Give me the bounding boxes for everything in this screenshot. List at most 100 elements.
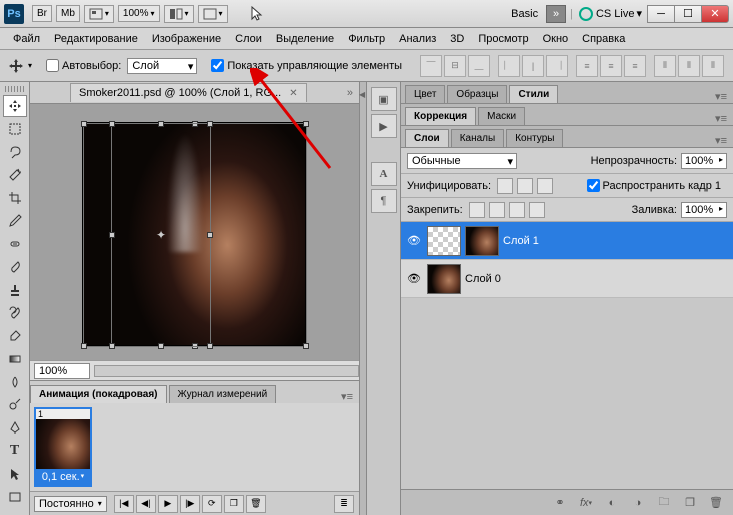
screenmode-dropdown[interactable] bbox=[198, 5, 228, 23]
zoom-input[interactable]: 100% bbox=[34, 363, 90, 379]
brush-tool[interactable] bbox=[3, 256, 27, 278]
layer-name[interactable]: Слой 1 bbox=[503, 235, 729, 247]
menu-analysis[interactable]: Анализ bbox=[392, 31, 443, 47]
align-right-button[interactable]: ⎹ bbox=[546, 55, 568, 77]
tab-masks[interactable]: Маски bbox=[478, 107, 525, 125]
loop-dropdown[interactable]: Постоянно▾ bbox=[34, 496, 107, 512]
collapsed-actions-icon[interactable]: ▶ bbox=[371, 114, 397, 138]
toolbox-handle[interactable] bbox=[5, 86, 25, 92]
scrollbar-h[interactable] bbox=[94, 365, 359, 377]
tab-paths[interactable]: Контуры bbox=[506, 129, 563, 147]
first-frame-button[interactable]: |◀ bbox=[114, 495, 134, 513]
unify-style-icon[interactable] bbox=[537, 178, 553, 194]
tab-swatches[interactable]: Образцы bbox=[447, 85, 507, 103]
frame-delay[interactable]: 0,1 сек.▾ bbox=[36, 469, 90, 485]
document-tab[interactable]: Smoker2011.psd @ 100% (Слой 1, RG... ✕ bbox=[70, 83, 307, 102]
delete-layer-button[interactable]: 🗑 bbox=[705, 493, 727, 513]
tab-layers[interactable]: Слои bbox=[405, 129, 449, 147]
blend-mode-dropdown[interactable]: Обычные bbox=[407, 153, 517, 169]
menu-select[interactable]: Выделение bbox=[269, 31, 341, 47]
align-top-button[interactable]: ⎺ bbox=[420, 55, 442, 77]
unify-visibility-icon[interactable] bbox=[517, 178, 533, 194]
layer-thumb[interactable] bbox=[427, 264, 461, 294]
distribute-left-button[interactable]: ⦀ bbox=[654, 55, 676, 77]
lock-position-icon[interactable] bbox=[509, 202, 525, 218]
distribute-hcenter-button[interactable]: ⦀ bbox=[678, 55, 700, 77]
menu-image[interactable]: Изображение bbox=[145, 31, 228, 47]
move-tool[interactable] bbox=[3, 95, 27, 117]
tab-measurement-log[interactable]: Журнал измерений bbox=[169, 385, 277, 403]
link-layers-button[interactable]: ⚭ bbox=[549, 493, 571, 513]
close-button[interactable]: ✕ bbox=[701, 5, 729, 23]
tab-animation[interactable]: Анимация (покадровая) bbox=[30, 385, 167, 403]
marquee-tool[interactable] bbox=[3, 118, 27, 140]
layer-style-button[interactable]: fx▾ bbox=[575, 493, 597, 513]
wand-tool[interactable] bbox=[3, 164, 27, 186]
crop-tool[interactable] bbox=[3, 187, 27, 209]
propagate-checkbox[interactable]: Распространить кадр 1 bbox=[587, 179, 721, 192]
styles-menu-icon[interactable]: ▾≡ bbox=[709, 90, 733, 103]
menu-filter[interactable]: Фильтр bbox=[341, 31, 392, 47]
menu-window[interactable]: Окно bbox=[536, 31, 576, 47]
delete-frame-button[interactable]: 🗑 bbox=[246, 495, 266, 513]
align-bottom-button[interactable]: ⎽ bbox=[468, 55, 490, 77]
canvas[interactable]: ✦ bbox=[82, 122, 306, 346]
adjustment-layer-button[interactable]: ◑ bbox=[627, 493, 649, 513]
history-brush-tool[interactable] bbox=[3, 302, 27, 324]
distribute-top-button[interactable]: ≡ bbox=[576, 55, 598, 77]
collapsed-history-icon[interactable]: ▣ bbox=[371, 87, 397, 111]
tab-adjustments[interactable]: Коррекция bbox=[405, 107, 476, 125]
fill-input[interactable]: 100% bbox=[681, 202, 727, 218]
menu-3d[interactable]: 3D bbox=[443, 31, 471, 47]
transform-bounds-inner[interactable]: ✦ bbox=[111, 123, 211, 347]
transform-center-icon[interactable]: ✦ bbox=[155, 229, 167, 241]
panel-divider[interactable] bbox=[359, 82, 367, 515]
type-tool[interactable]: T bbox=[3, 440, 27, 462]
menu-edit[interactable]: Редактирование bbox=[47, 31, 145, 47]
lock-pixels-icon[interactable] bbox=[489, 202, 505, 218]
menu-view[interactable]: Просмотр bbox=[471, 31, 535, 47]
eraser-tool[interactable] bbox=[3, 325, 27, 347]
arrange-dropdown[interactable] bbox=[164, 5, 194, 23]
layer-thumb[interactable] bbox=[427, 226, 461, 256]
play-button[interactable]: ▶ bbox=[158, 495, 178, 513]
menu-layer[interactable]: Слои bbox=[228, 31, 269, 47]
distribute-bottom-button[interactable]: ≡ bbox=[624, 55, 646, 77]
stamp-tool[interactable] bbox=[3, 279, 27, 301]
blur-tool[interactable] bbox=[3, 371, 27, 393]
zoom-dropdown[interactable]: 100% bbox=[118, 5, 160, 22]
cslive-button[interactable]: CS Live▾ bbox=[579, 7, 642, 21]
tab-nav-button[interactable]: » bbox=[341, 87, 359, 99]
workspace-label[interactable]: Basic bbox=[511, 8, 538, 20]
canvas-area[interactable]: ✦ bbox=[30, 104, 359, 360]
menu-file[interactable]: Файл bbox=[6, 31, 47, 47]
tool-preset-dropdown[interactable]: ▾ bbox=[28, 61, 32, 70]
dodge-tool[interactable] bbox=[3, 394, 27, 416]
next-frame-button[interactable]: |▶ bbox=[180, 495, 200, 513]
layer-group-button[interactable]: 🗀 bbox=[653, 493, 675, 513]
pen-tool[interactable] bbox=[3, 417, 27, 439]
collapsed-char-icon[interactable]: A bbox=[371, 162, 397, 186]
adjustments-menu-icon[interactable]: ▾≡ bbox=[709, 112, 733, 125]
minibridge-button[interactable]: Mb bbox=[56, 5, 80, 22]
layer-mask-button[interactable]: ◐ bbox=[601, 493, 623, 513]
heal-tool[interactable] bbox=[3, 233, 27, 255]
new-layer-button[interactable]: ❐ bbox=[679, 493, 701, 513]
unify-position-icon[interactable] bbox=[497, 178, 513, 194]
minimize-button[interactable]: ─ bbox=[647, 5, 675, 23]
eyedropper-tool[interactable] bbox=[3, 210, 27, 232]
shape-tool[interactable] bbox=[3, 486, 27, 508]
path-select-tool[interactable] bbox=[3, 463, 27, 485]
layer-row[interactable]: 👁 Слой 0 bbox=[401, 260, 733, 298]
align-hcenter-button[interactable]: | bbox=[522, 55, 544, 77]
tab-color[interactable]: Цвет bbox=[405, 85, 445, 103]
tween-button[interactable]: ⟳ bbox=[202, 495, 222, 513]
workspace-expand-button[interactable]: » bbox=[546, 5, 566, 23]
layers-menu-icon[interactable]: ▾≡ bbox=[709, 134, 733, 147]
collapsed-para-icon[interactable]: ¶ bbox=[371, 189, 397, 213]
auto-select-target[interactable]: Слой bbox=[127, 58, 197, 74]
distribute-right-button[interactable]: ⦀ bbox=[702, 55, 724, 77]
tab-close-icon[interactable]: ✕ bbox=[289, 88, 297, 99]
layer-thumb-content[interactable] bbox=[465, 226, 499, 256]
menu-help[interactable]: Справка bbox=[575, 31, 632, 47]
